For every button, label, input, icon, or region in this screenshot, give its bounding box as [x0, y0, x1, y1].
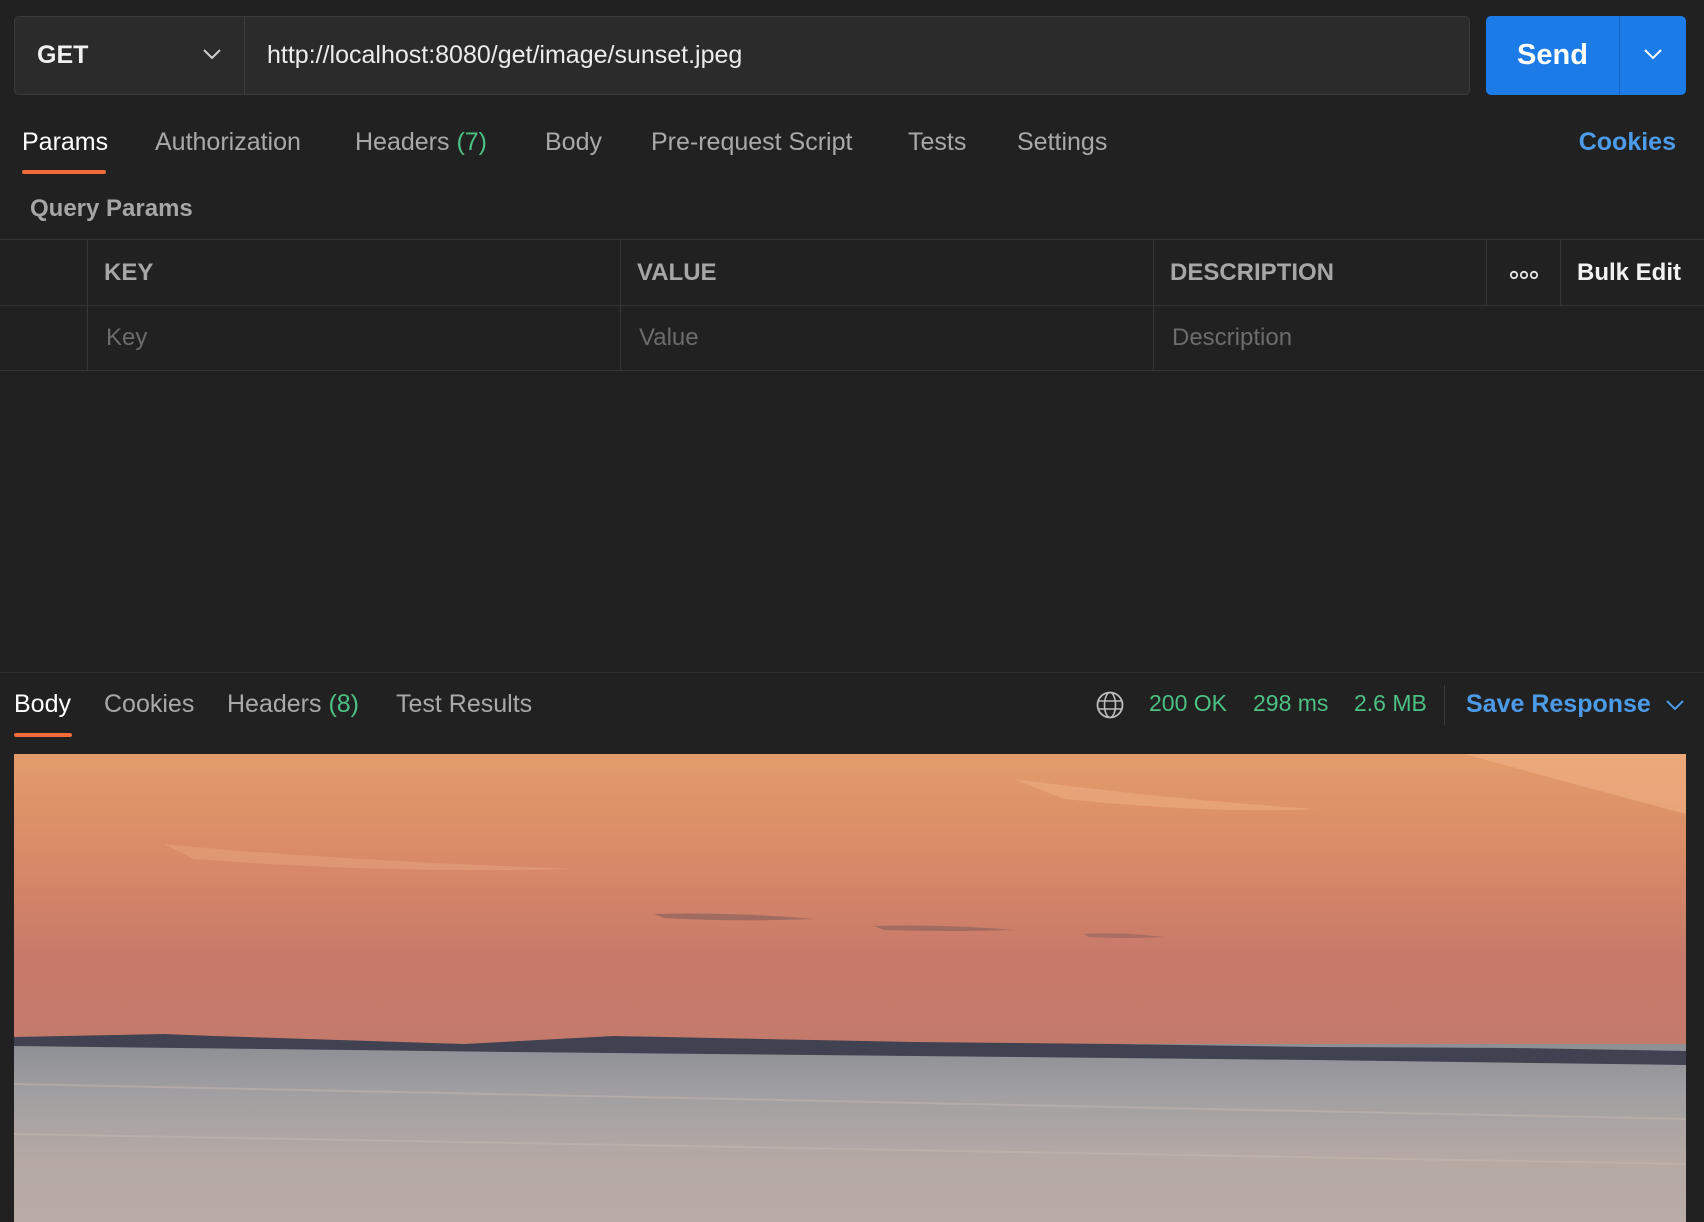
tab-pre-request-script[interactable]: Pre-request Script: [651, 128, 852, 157]
response-size[interactable]: 2.6 MB: [1354, 690, 1427, 717]
method-select[interactable]: GET: [15, 17, 245, 94]
chevron-down-icon: [1665, 699, 1685, 711]
query-params-title: Query Params: [30, 195, 193, 222]
more-options-icon: [1509, 259, 1539, 287]
send-button[interactable]: Send: [1486, 16, 1620, 95]
active-tab-indicator: [22, 170, 106, 174]
tab-body[interactable]: Body: [545, 128, 602, 157]
param-description-input[interactable]: [1170, 323, 1704, 353]
headers-count: (7): [456, 128, 488, 156]
tab-headers[interactable]: Headers (7): [355, 128, 487, 157]
response-tab-headers[interactable]: Headers (8): [227, 690, 359, 719]
cookies-link[interactable]: Cookies: [1579, 128, 1676, 157]
method-label: GET: [37, 41, 89, 69]
column-header-key: KEY: [87, 240, 620, 305]
param-description-cell: [1153, 306, 1704, 370]
column-header-value: VALUE: [620, 240, 1153, 305]
send-options-button[interactable]: [1620, 16, 1686, 95]
param-key-input[interactable]: [104, 323, 620, 353]
response-tab-test-results[interactable]: Test Results: [396, 690, 532, 719]
tab-authorization[interactable]: Authorization: [155, 128, 301, 157]
response-image-preview: [14, 754, 1686, 1222]
param-key-cell: [87, 306, 620, 370]
response-time[interactable]: 298 ms: [1253, 690, 1328, 717]
send-button-group: Send: [1486, 16, 1686, 95]
column-header-description: DESCRIPTION: [1153, 240, 1486, 305]
globe-icon[interactable]: [1095, 690, 1125, 725]
response-tab-cookies[interactable]: Cookies: [104, 690, 194, 719]
url-input[interactable]: [245, 17, 1469, 94]
save-response-button[interactable]: Save Response: [1466, 690, 1685, 719]
query-params-table: KEY VALUE DESCRIPTION Bulk Edit: [0, 239, 1704, 371]
active-tab-indicator: [14, 733, 72, 737]
save-response-label: Save Response: [1466, 690, 1651, 718]
sunset-image: [14, 754, 1686, 1222]
chevron-down-icon: [1643, 47, 1663, 65]
param-value-input[interactable]: [637, 323, 1153, 353]
tab-tests[interactable]: Tests: [908, 128, 966, 157]
tab-headers-label: Headers: [355, 128, 450, 156]
more-options-button[interactable]: [1486, 240, 1560, 305]
table-header-row: KEY VALUE DESCRIPTION Bulk Edit: [0, 239, 1704, 305]
response-tab-headers-label: Headers: [227, 690, 322, 718]
param-value-cell: [620, 306, 1153, 370]
request-bar: GET: [14, 16, 1470, 95]
chevron-down-icon: [202, 47, 222, 65]
divider: [1444, 685, 1445, 725]
response-headers-count: (8): [328, 690, 360, 718]
response-tabs: Body Cookies Headers (8) Test Results 20…: [0, 673, 1704, 743]
table-row: [0, 305, 1704, 371]
status-code[interactable]: 200 OK: [1149, 690, 1227, 717]
bulk-edit-button[interactable]: Bulk Edit: [1560, 240, 1704, 305]
tab-params[interactable]: Params: [22, 128, 108, 157]
request-tabs: Params Authorization Headers (7) Body Pr…: [0, 118, 1704, 180]
response-tab-body[interactable]: Body: [14, 690, 71, 719]
tab-settings[interactable]: Settings: [1017, 128, 1107, 157]
